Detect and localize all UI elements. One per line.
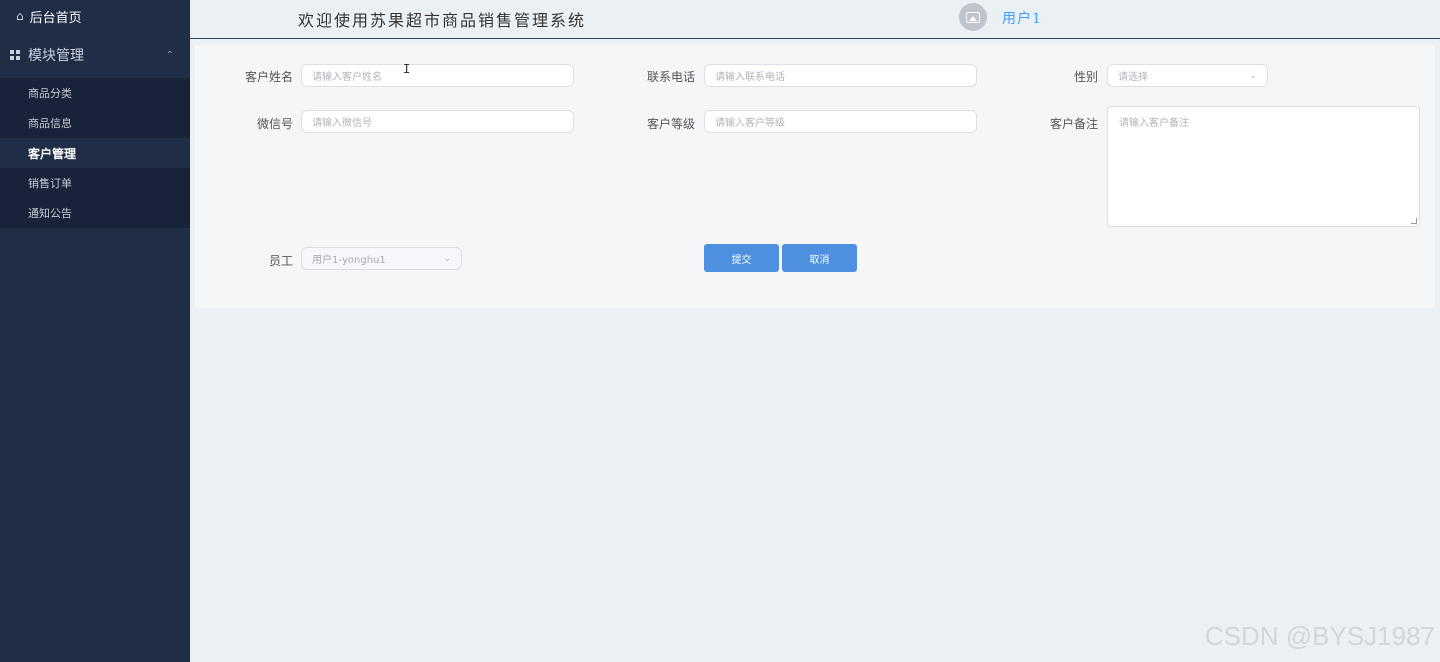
staff-label: 员工	[268, 254, 293, 268]
phone-input[interactable]: 请输入联系电话	[704, 64, 977, 87]
gender-select[interactable]: 请选择 ⌄	[1107, 64, 1268, 87]
customer-level-label: 客户等级	[646, 117, 695, 131]
username-link[interactable]: 用户1	[1002, 8, 1042, 28]
customer-remark-label: 客户备注	[1049, 117, 1098, 131]
customer-name-input[interactable]: 请输入客户姓名	[301, 64, 574, 87]
customer-level-input[interactable]: 请输入客户等级	[704, 110, 977, 133]
wechat-input[interactable]: 请输入微信号	[301, 110, 574, 133]
remark-placeholder: 请输入客户备注	[1119, 118, 1189, 129]
sidebar-submenu: 商品分类 商品信息 客户管理 销售订单 通知公告	[0, 78, 190, 228]
wechat-label: 微信号	[256, 117, 293, 131]
avatar[interactable]	[959, 3, 987, 31]
resize-handle-icon[interactable]	[1411, 218, 1417, 224]
chevron-up-icon: ⌃	[165, 49, 174, 61]
home-icon: ⌂	[16, 9, 24, 23]
sidebar-item-product-category[interactable]: 商品分类	[0, 78, 190, 108]
page-title: 欢迎使用苏果超市商品销售管理系统	[298, 11, 587, 30]
sidebar-module-label: 模块管理	[28, 48, 84, 64]
grid-icon	[10, 50, 20, 60]
sidebar-item-module-management[interactable]: 模块管理 ⌃	[0, 32, 190, 78]
watermark: CSDN @BYSJ1987	[1204, 621, 1435, 651]
sidebar-item-announcement[interactable]: 通知公告	[0, 198, 190, 228]
top-header: 欢迎使用苏果超市商品销售管理系统 用户1	[190, 0, 1440, 39]
chevron-down-icon: ⌄	[1249, 70, 1257, 81]
customer-remark-textarea[interactable]: 请输入客户备注	[1107, 106, 1420, 227]
phone-label: 联系电话	[646, 70, 695, 84]
sidebar-item-customer-management[interactable]: 客户管理	[0, 138, 190, 168]
chevron-down-icon: ⌄	[443, 253, 451, 264]
gender-label: 性别	[1073, 70, 1098, 84]
customer-name-label: 客户姓名	[244, 70, 293, 84]
image-icon	[966, 11, 980, 23]
staff-select[interactable]: 用户1-yonghu1 ⌄	[301, 247, 462, 270]
sidebar-item-product-info[interactable]: 商品信息	[0, 108, 190, 138]
text-cursor-icon: I	[403, 62, 411, 76]
sidebar-home-label: 后台首页	[29, 10, 82, 26]
sidebar: ⌂ 后台首页 模块管理 ⌃ 商品分类 商品信息 客户管理 销售订单 通知公告	[0, 0, 190, 662]
sidebar-item-sales-order[interactable]: 销售订单	[0, 168, 190, 198]
staff-select-value: 用户1-yonghu1	[312, 255, 386, 266]
customer-form: 客户姓名 请输入客户姓名 联系电话 请输入联系电话 性别 请选择 ⌄ 微信号 请…	[195, 45, 1435, 308]
sidebar-item-home[interactable]: ⌂ 后台首页	[0, 0, 190, 32]
cancel-button[interactable]: 取消	[782, 244, 857, 272]
gender-select-placeholder: 请选择	[1118, 72, 1148, 83]
submit-button[interactable]: 提交	[704, 244, 779, 272]
